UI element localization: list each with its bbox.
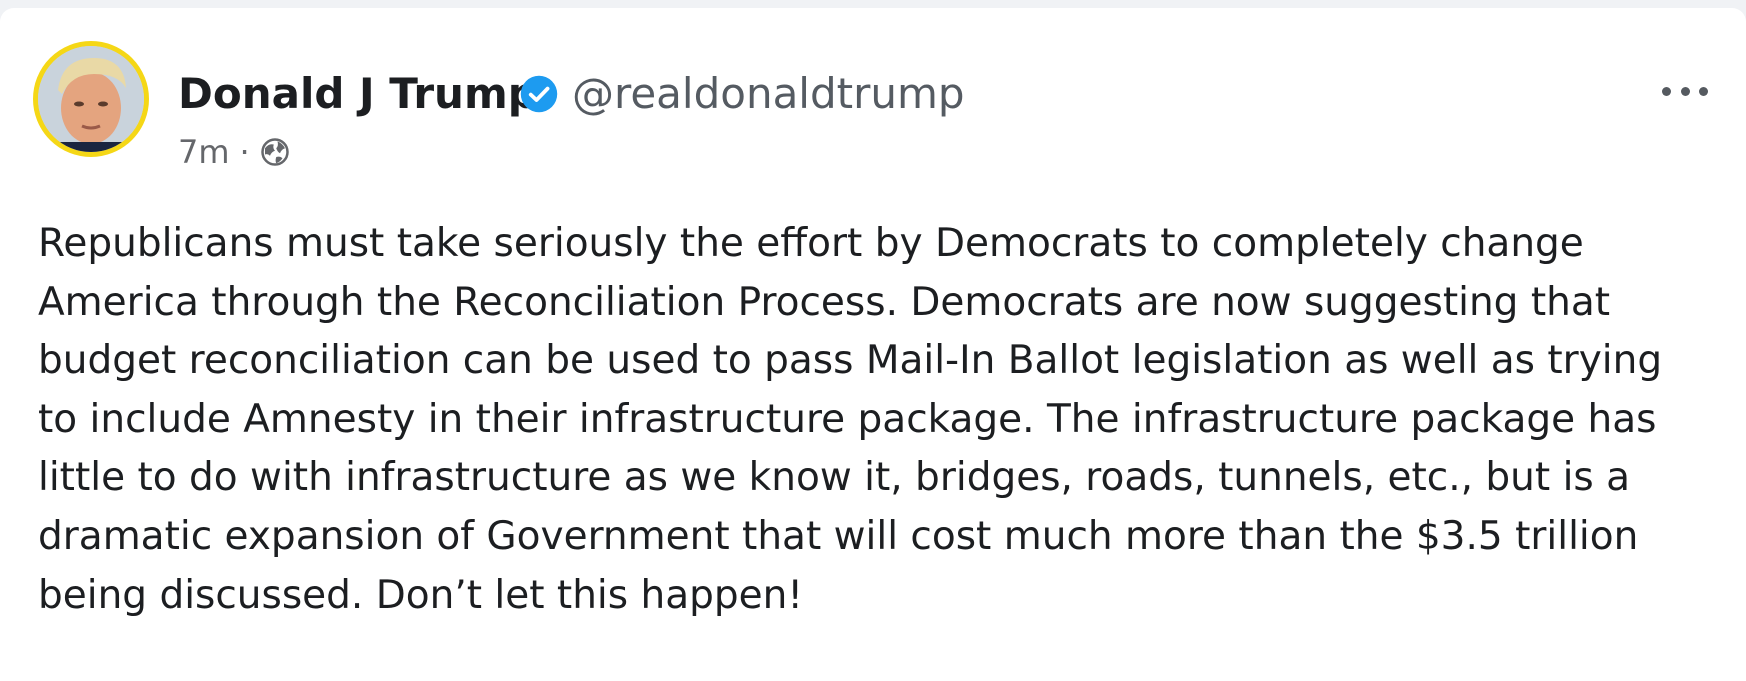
verified-badge-icon xyxy=(520,75,558,113)
avatar[interactable] xyxy=(33,41,149,157)
more-options-button[interactable] xyxy=(1662,78,1708,104)
more-options-dot xyxy=(1680,86,1690,96)
post-body: Republicans must take seriously the effo… xyxy=(38,215,1718,625)
post-line: budget reconciliation can be used to pas… xyxy=(38,338,1663,384)
post-meta: 7m · xyxy=(178,132,290,172)
post-line: Republicans must take seriously the effo… xyxy=(38,221,1584,266)
more-options-dot xyxy=(1662,86,1671,96)
post-line: America through the Reconciliation Proce… xyxy=(38,279,1611,325)
meta-separator: · xyxy=(239,133,250,171)
post-line: being discussed. Don’t let this happen! xyxy=(38,572,803,618)
more-options-dot xyxy=(1699,86,1708,96)
author-name[interactable]: Donald J Trump xyxy=(178,66,538,122)
globe-icon[interactable] xyxy=(260,137,290,167)
post-line: to include Amnesty in their infrastructu… xyxy=(38,396,1657,442)
post-line: dramatic expansion of Government that wi… xyxy=(38,513,1639,559)
post-card: Donald J Trump @realdonaldtrump 7m · Rep… xyxy=(0,8,1746,681)
avatar-image xyxy=(38,46,144,152)
author-handle[interactable]: @realdonaldtrump xyxy=(572,66,965,122)
post-line: little to do with infrastructure as we k… xyxy=(38,455,1631,501)
post-timestamp[interactable]: 7m xyxy=(178,133,230,171)
